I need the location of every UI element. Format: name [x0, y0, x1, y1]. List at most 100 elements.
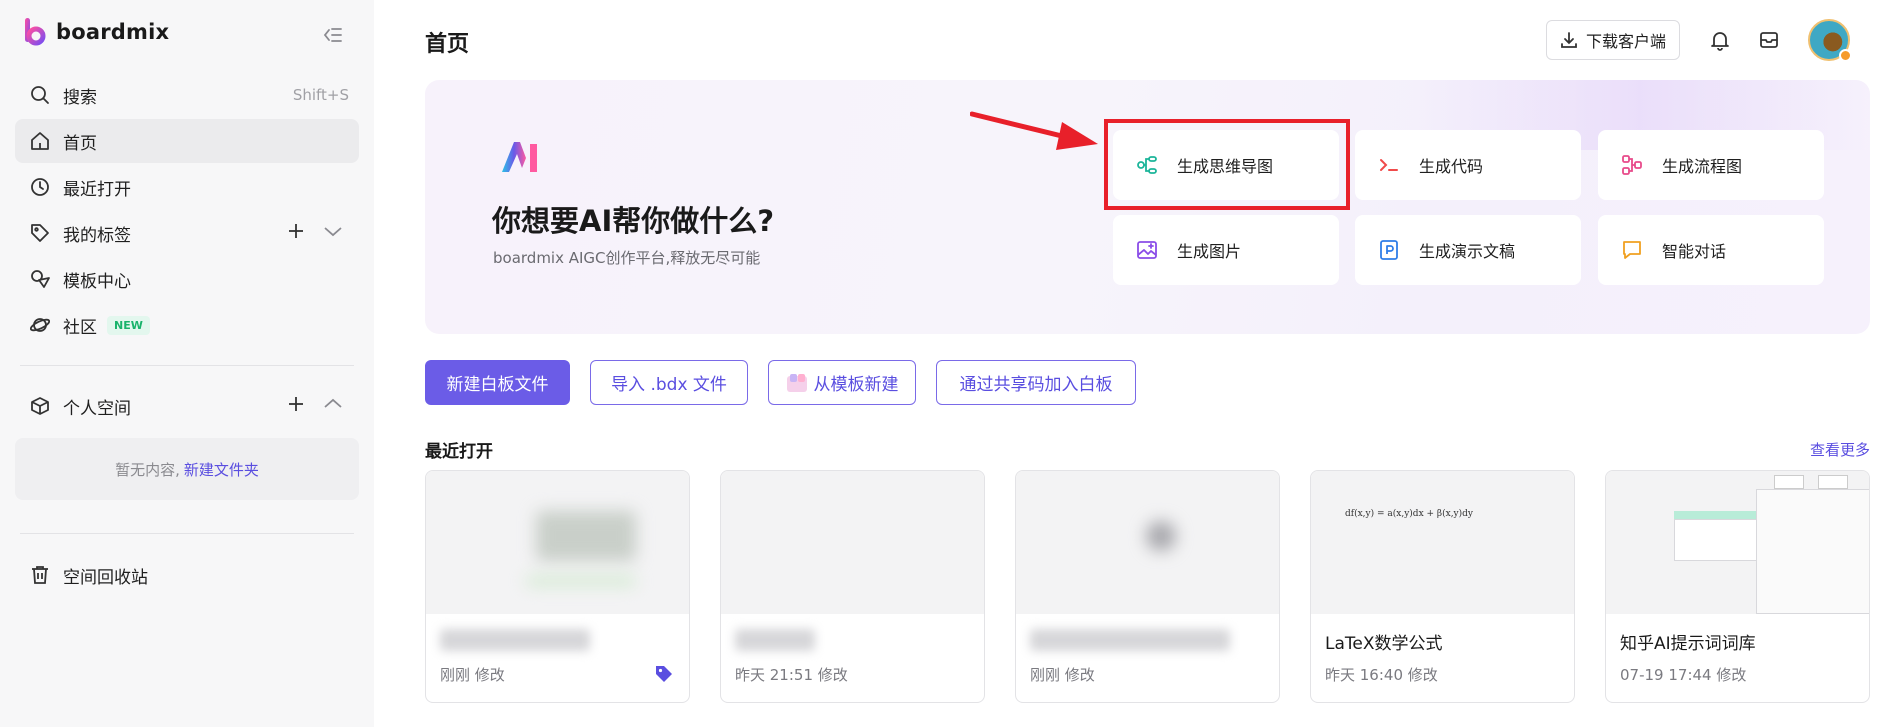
sidebar-item-label: 首页 [63, 133, 97, 154]
search-label: 搜索 [63, 87, 97, 108]
search-icon [29, 84, 51, 106]
file-name-blurred [1030, 629, 1230, 651]
file-thumbnail: df(x,y) = a(x,y)dx + β(x,y)dy [1311, 471, 1574, 614]
app-root: boardmix 搜索 Shift+S 首页 最近打开 我的标签 模板中心 社区… [0, 0, 1893, 727]
sidebar-item-label: 最近打开 [63, 179, 131, 200]
search-shortcut: Shift+S [292, 86, 349, 104]
card-label: 生成流程图 [1662, 157, 1743, 176]
sidebar-item-home[interactable]: 首页 [15, 119, 359, 163]
cube-icon [29, 395, 51, 417]
file-thumbnail [1606, 471, 1869, 614]
file-card[interactable]: 昨天 21:51 修改 [720, 470, 985, 703]
code-icon [1377, 153, 1401, 177]
card-label: 智能对话 [1662, 242, 1727, 261]
inbox-icon [1760, 32, 1778, 48]
chat-icon [1620, 238, 1644, 262]
file-time: 刚刚 修改 [1030, 666, 1095, 684]
personal-space-empty: 暂无内容, 新建文件夹 [15, 438, 359, 500]
flowchart-icon [1620, 153, 1644, 177]
file-card[interactable]: df(x,y) = a(x,y)dx + β(x,y)dy LaTeX数学公式 … [1310, 470, 1575, 703]
planet-icon [29, 314, 51, 336]
boardmix-logo-icon [24, 17, 46, 47]
image-icon [1135, 238, 1159, 262]
new-board-button[interactable]: 新建白板文件 [425, 360, 570, 405]
template-color-icon [786, 373, 807, 392]
sidebar-item-community[interactable]: 社区 NEW [15, 303, 359, 347]
file-name: 知乎AI提示词词库 [1620, 634, 1756, 654]
download-icon [1561, 32, 1577, 48]
template-icon [29, 268, 51, 290]
sidebar: boardmix 搜索 Shift+S 首页 最近打开 我的标签 模板中心 社区… [0, 0, 374, 727]
download-client-button[interactable]: 下载客户端 [1546, 20, 1680, 60]
red-arrow-icon [970, 111, 1098, 150]
hero-title: 你想要AI帮你做什么? [492, 204, 775, 238]
collapse-sidebar-button[interactable] [318, 20, 348, 50]
search-nav-item[interactable]: 搜索 Shift+S [15, 73, 359, 117]
join-by-code-button[interactable]: 通过共享码加入白板 [936, 360, 1136, 405]
chevron-up-icon[interactable] [323, 395, 343, 418]
tag-filled-icon[interactable] [654, 664, 674, 684]
ai-logo-icon [502, 142, 537, 172]
presentation-icon [1377, 238, 1401, 262]
smart-chat-card[interactable]: 智能对话 [1598, 215, 1824, 285]
card-label: 生成代码 [1419, 157, 1484, 176]
file-time: 昨天 21:51 修改 [735, 666, 848, 684]
sidebar-item-recent[interactable]: 最近打开 [15, 165, 359, 209]
see-more-link[interactable]: 查看更多 [1810, 439, 1870, 460]
clock-icon [29, 176, 51, 198]
sidebar-item-trash[interactable]: 空间回收站 [15, 553, 359, 597]
file-time: 07-19 17:44 修改 [1620, 666, 1747, 684]
avatar-status-badge [1839, 49, 1852, 62]
notification-button[interactable] [1706, 26, 1734, 54]
sidebar-item-label: 我的标签 [63, 225, 131, 246]
chevron-down-icon[interactable] [323, 222, 343, 245]
card-label: 生成演示文稿 [1419, 242, 1516, 261]
logo[interactable]: boardmix [24, 17, 169, 47]
generate-presentation-card[interactable]: 生成演示文稿 [1355, 215, 1581, 285]
new-folder-link[interactable]: 新建文件夹 [184, 459, 259, 480]
file-time: 昨天 16:40 修改 [1325, 666, 1438, 684]
file-thumbnail [426, 471, 689, 614]
personal-space-label: 个人空间 [63, 398, 131, 419]
generate-image-card[interactable]: 生成图片 [1113, 215, 1339, 285]
file-name: LaTeX数学公式 [1325, 634, 1443, 654]
home-icon [29, 130, 51, 152]
sidebar-item-tags[interactable]: 我的标签 [15, 211, 359, 255]
highlight-box [1104, 119, 1350, 210]
sidebar-divider [20, 365, 354, 366]
collapse-icon [323, 28, 342, 42]
file-time: 刚刚 修改 [440, 666, 505, 684]
personal-space-header[interactable]: 个人空间 [15, 384, 359, 428]
sidebar-item-label: 空间回收站 [63, 567, 148, 588]
page-title: 首页 [425, 32, 470, 57]
sidebar-item-label: 模板中心 [63, 271, 131, 292]
tag-icon [29, 222, 51, 244]
from-template-button[interactable]: 从模板新建 [768, 360, 916, 405]
add-tag-icon[interactable] [287, 222, 305, 245]
formula-preview: df(x,y) = a(x,y)dx + β(x,y)dy [1345, 509, 1473, 519]
empty-text: 暂无内容, [115, 460, 180, 479]
new-badge: NEW [107, 315, 150, 335]
sidebar-divider [20, 533, 354, 534]
generate-flowchart-card[interactable]: 生成流程图 [1598, 130, 1824, 200]
file-name-blurred [735, 629, 815, 651]
file-card[interactable]: 刚刚 修改 [1015, 470, 1280, 703]
file-card[interactable]: 知乎AI提示词词库 07-19 17:44 修改 [1605, 470, 1870, 703]
import-bdx-button[interactable]: 导入 .bdx 文件 [590, 360, 748, 405]
recent-section-title: 最近打开 [425, 442, 493, 462]
card-label: 生成图片 [1177, 242, 1242, 261]
app-name: boardmix [56, 20, 170, 44]
file-thumbnail [721, 471, 984, 614]
sidebar-item-templates[interactable]: 模板中心 [15, 257, 359, 301]
file-card[interactable]: 刚刚 修改 [425, 470, 690, 703]
inbox-button[interactable] [1755, 26, 1783, 54]
hero-subtitle: boardmix AIGC创作平台,释放无尽可能 [493, 249, 761, 267]
generate-code-card[interactable]: 生成代码 [1355, 130, 1581, 200]
file-thumbnail [1016, 471, 1279, 614]
bell-icon [1711, 32, 1729, 51]
add-folder-icon[interactable] [287, 395, 305, 418]
sidebar-item-label: 社区 [63, 317, 97, 338]
from-template-label: 从模板新建 [813, 375, 899, 395]
trash-icon [29, 564, 51, 586]
download-label: 下载客户端 [1585, 32, 1666, 51]
